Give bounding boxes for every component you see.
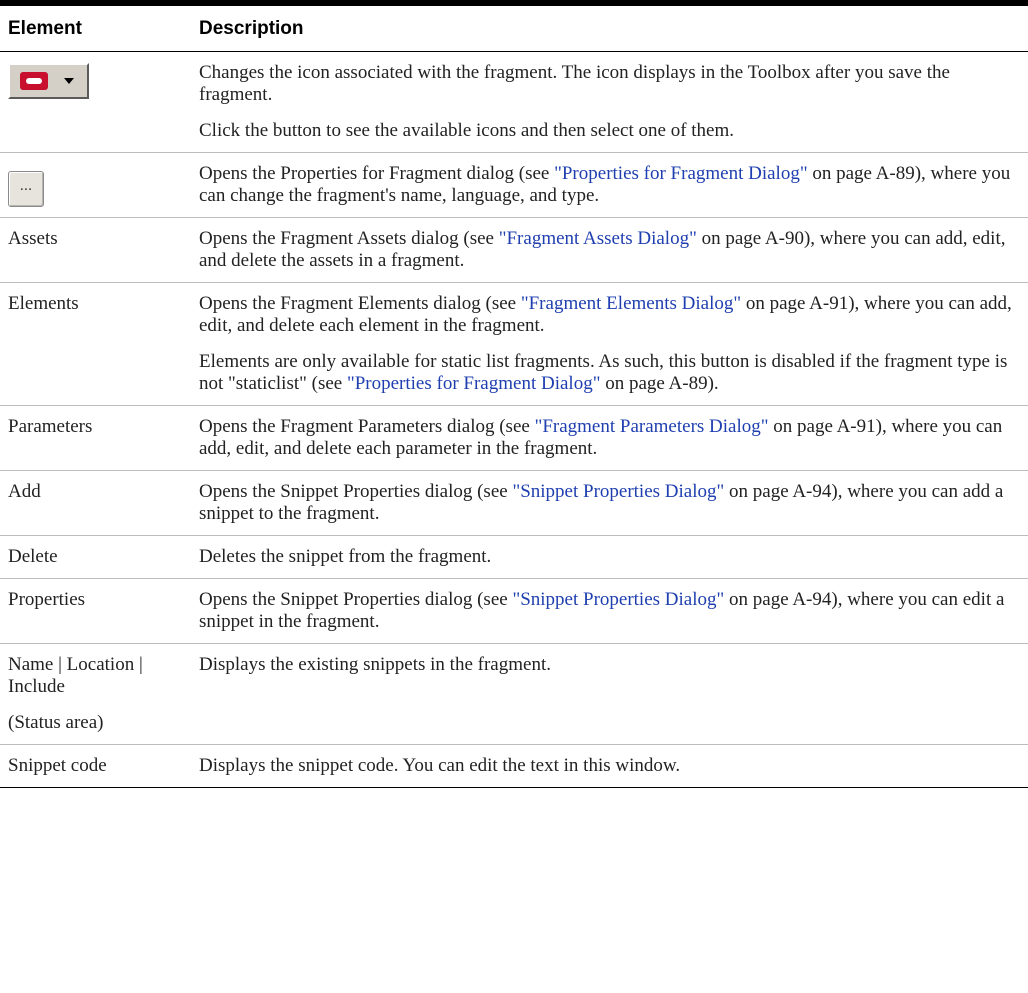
table-row: Add Opens the Snippet Properties dialog … bbox=[0, 470, 1028, 536]
table-row: Changes the icon associated with the fra… bbox=[0, 51, 1028, 153]
description-text-pre: Opens the Fragment Parameters dialog (se… bbox=[199, 416, 535, 437]
link-fragment-assets-dialog[interactable]: "Fragment Assets Dialog" bbox=[499, 228, 697, 249]
element-label: Add bbox=[0, 470, 191, 536]
description-cell: Opens the Properties for Fragment dialog… bbox=[191, 152, 1028, 218]
description-text: Opens the Snippet Properties dialog (see… bbox=[199, 481, 1024, 525]
element-label: (Status area) bbox=[8, 712, 104, 733]
description-text: Opens the Snippet Properties dialog (see… bbox=[199, 589, 1024, 633]
icon-selector-graphic bbox=[20, 72, 74, 90]
description-cell: Opens the Snippet Properties dialog (see… bbox=[191, 578, 1028, 644]
description-text: Elements are only available for static l… bbox=[199, 351, 1024, 395]
link-properties-for-fragment-dialog[interactable]: "Properties for Fragment Dialog" bbox=[554, 163, 808, 184]
link-snippet-properties-dialog[interactable]: "Snippet Properties Dialog" bbox=[512, 589, 724, 610]
description-cell: Opens the Fragment Parameters dialog (se… bbox=[191, 405, 1028, 471]
description-cell: Deletes the snippet from the fragment. bbox=[191, 535, 1028, 579]
table-row: Delete Deletes the snippet from the frag… bbox=[0, 535, 1028, 579]
header-description: Description bbox=[191, 0, 1028, 52]
element-description-table: Element Description Changes the icon ass… bbox=[0, 0, 1028, 788]
table-row: Elements Opens the Fragment Elements dia… bbox=[0, 282, 1028, 406]
description-text: Click the button to see the available ic… bbox=[199, 120, 735, 141]
ellipsis-button-icon: ... bbox=[8, 171, 44, 207]
description-text: Opens the Fragment Elements dialog (see … bbox=[199, 293, 1024, 337]
link-properties-for-fragment-dialog[interactable]: "Properties for Fragment Dialog" bbox=[347, 373, 601, 394]
element-label: Snippet code bbox=[0, 744, 191, 788]
description-cell: Displays the existing snippets in the fr… bbox=[191, 643, 1028, 745]
element-cell: ... bbox=[0, 152, 191, 218]
description-text: Opens the Properties for Fragment dialog… bbox=[199, 163, 1024, 207]
description-cell: Changes the icon associated with the fra… bbox=[191, 51, 1028, 153]
description-cell: Opens the Fragment Assets dialog (see "F… bbox=[191, 217, 1028, 283]
description-text-post: on page A-89). bbox=[600, 373, 719, 394]
link-fragment-parameters-dialog[interactable]: "Fragment Parameters Dialog" bbox=[535, 416, 769, 437]
description-text: Displays the snippet code. You can edit … bbox=[199, 755, 681, 776]
element-cell bbox=[0, 51, 191, 153]
element-label: Assets bbox=[0, 217, 191, 283]
link-snippet-properties-dialog[interactable]: "Snippet Properties Dialog" bbox=[512, 481, 724, 502]
table-header-row: Element Description bbox=[0, 0, 1028, 52]
table-row: Snippet code Displays the snippet code. … bbox=[0, 744, 1028, 788]
table-row: ... Opens the Properties for Fragment di… bbox=[0, 152, 1028, 218]
element-label: Properties bbox=[0, 578, 191, 644]
element-label: Elements bbox=[0, 282, 191, 406]
description-cell: Opens the Fragment Elements dialog (see … bbox=[191, 282, 1028, 406]
description-text: Opens the Fragment Assets dialog (see "F… bbox=[199, 228, 1024, 272]
table-row: Assets Opens the Fragment Assets dialog … bbox=[0, 217, 1028, 283]
description-text-pre: Opens the Snippet Properties dialog (see bbox=[199, 589, 513, 610]
header-element: Element bbox=[0, 0, 191, 52]
description-text: Changes the icon associated with the fra… bbox=[199, 62, 950, 105]
element-label: Name | Location | Include bbox=[8, 654, 143, 697]
description-text-pre: Opens the Properties for Fragment dialog… bbox=[199, 163, 555, 184]
description-text: Deletes the snippet from the fragment. bbox=[199, 546, 492, 567]
table-row: Parameters Opens the Fragment Parameters… bbox=[0, 405, 1028, 471]
description-text: Opens the Fragment Parameters dialog (se… bbox=[199, 416, 1024, 460]
description-cell: Displays the snippet code. You can edit … bbox=[191, 744, 1028, 788]
table-row: Properties Opens the Snippet Properties … bbox=[0, 578, 1028, 644]
element-cell: Name | Location | Include (Status area) bbox=[0, 643, 191, 745]
description-text-pre: Opens the Snippet Properties dialog (see bbox=[199, 481, 513, 502]
link-fragment-elements-dialog[interactable]: "Fragment Elements Dialog" bbox=[521, 293, 741, 314]
table-row: Name | Location | Include (Status area) … bbox=[0, 643, 1028, 745]
element-label: Delete bbox=[0, 535, 191, 579]
description-cell: Opens the Snippet Properties dialog (see… bbox=[191, 470, 1028, 536]
description-text-pre: Opens the Fragment Assets dialog (see bbox=[199, 228, 499, 249]
icon-selector-dropdown-icon bbox=[8, 63, 89, 99]
description-text-pre: Opens the Fragment Elements dialog (see bbox=[199, 293, 521, 314]
description-text: Displays the existing snippets in the fr… bbox=[199, 654, 551, 675]
element-label: Parameters bbox=[0, 405, 191, 471]
